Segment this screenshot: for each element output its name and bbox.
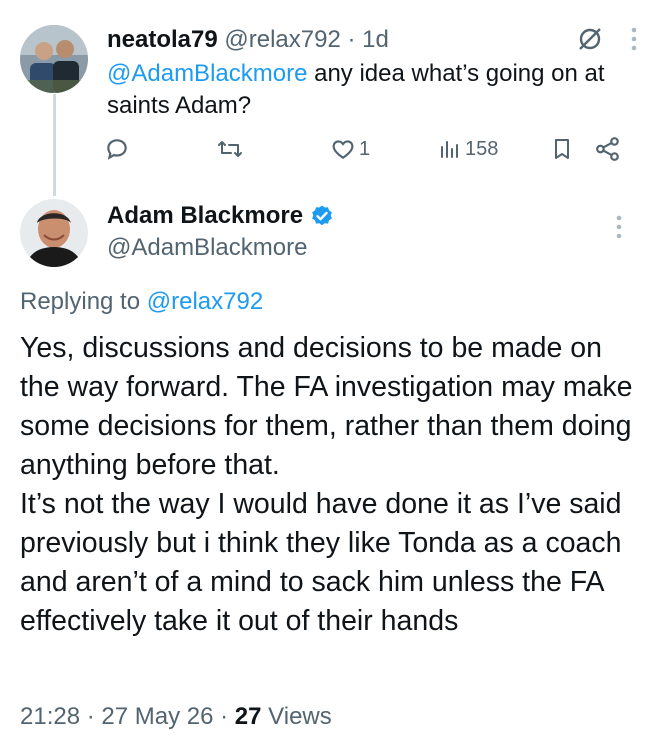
like-icon — [332, 140, 354, 159]
reply-icon — [107, 139, 127, 160]
replying-to: Replying to @relax792 — [20, 287, 263, 317]
separator: · — [340, 26, 363, 53]
user-handle[interactable]: @relax792 — [224, 26, 340, 53]
replying-to-link[interactable]: @relax792 — [147, 288, 263, 315]
like-count: 1 — [359, 137, 371, 160]
action-bar: 1 158 — [104, 136, 634, 166]
retweet-icon — [218, 141, 242, 157]
views-label: Views — [261, 703, 332, 730]
avatar[interactable] — [20, 199, 88, 267]
separator: · — [80, 703, 102, 730]
bookmark-icon — [555, 139, 569, 159]
tweet-footer: 21:28 · 27 May 26 · 27 Views — [20, 702, 332, 732]
tweet-date[interactable]: 27 May 26 — [101, 703, 213, 730]
tweet-header: neatola79 @relax792 · 1d — [107, 25, 389, 55]
views-count[interactable]: 27 — [235, 703, 262, 730]
avatar-image — [20, 25, 88, 93]
tweet-time[interactable]: 21:28 — [20, 703, 80, 730]
grok-icon[interactable] — [576, 25, 604, 58]
views-count: 158 — [465, 137, 499, 160]
user-handle[interactable]: @AdamBlackmore — [107, 233, 307, 263]
tweet-top-icons — [576, 25, 638, 58]
display-name-row: Adam Blackmore — [107, 201, 334, 231]
tweet-text: @AdamBlackmore any idea what’s going on … — [107, 58, 637, 122]
display-name[interactable]: neatola79 — [107, 26, 218, 53]
avatar-image — [20, 199, 88, 267]
tweet-text: Yes, discussions and decisions to be mad… — [20, 332, 633, 637]
more-icon[interactable] — [615, 214, 623, 245]
reply-button[interactable] — [104, 136, 133, 162]
display-name[interactable]: Adam Blackmore — [107, 201, 303, 231]
share-icon — [596, 137, 619, 161]
verified-badge-icon — [312, 205, 332, 226]
replying-to-label: Replying to — [20, 288, 147, 315]
retweet-button[interactable] — [216, 136, 247, 162]
thread-line — [53, 94, 56, 196]
more-icon[interactable] — [630, 26, 638, 57]
views-icon — [441, 141, 458, 158]
timestamp[interactable]: 1d — [362, 26, 389, 53]
separator: · — [213, 703, 235, 730]
avatar[interactable] — [20, 25, 88, 93]
share-button[interactable] — [594, 136, 622, 162]
mention-link[interactable]: @AdamBlackmore — [107, 60, 307, 87]
views-button[interactable]: 158 — [438, 136, 498, 162]
like-button[interactable]: 1 — [330, 136, 370, 162]
bookmark-button[interactable] — [550, 136, 574, 162]
